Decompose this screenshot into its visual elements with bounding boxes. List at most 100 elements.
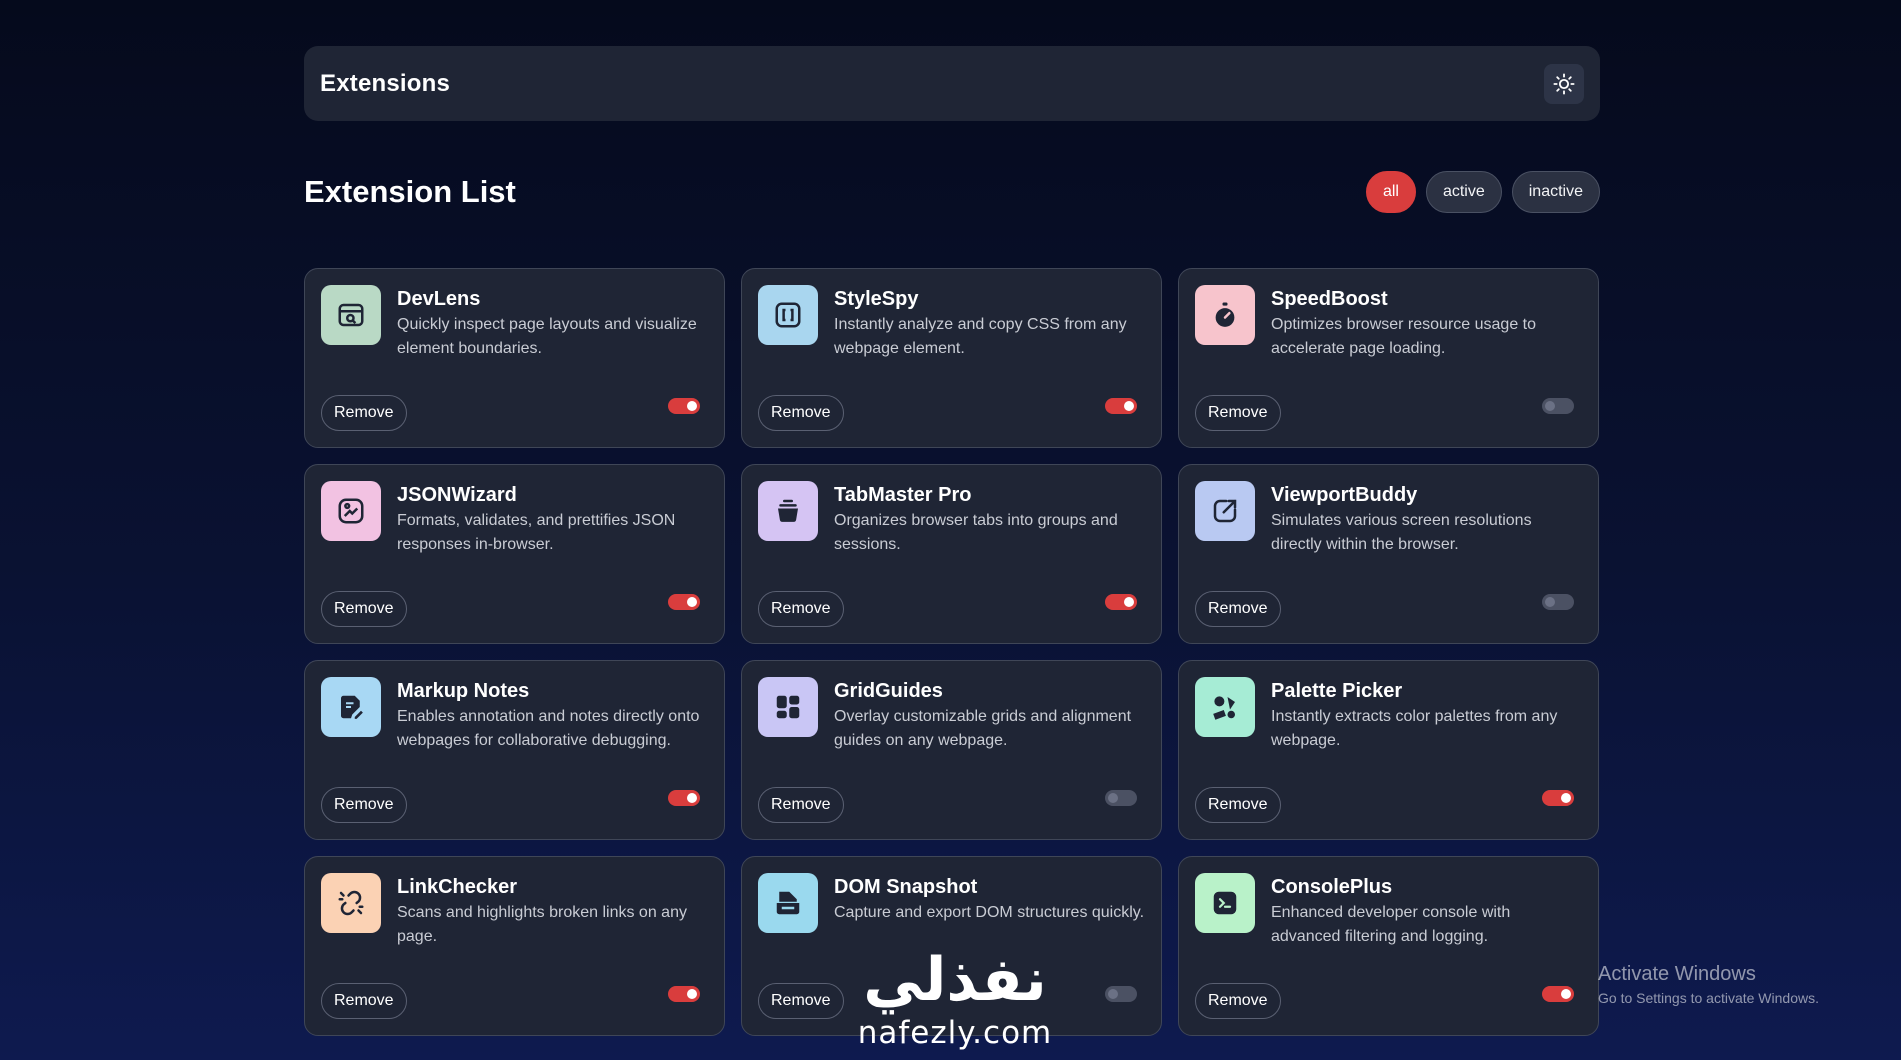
extension-card: SpeedBoost Optimizes browser resource us… <box>1178 268 1599 448</box>
filter-all-button[interactable]: all <box>1365 171 1416 213</box>
extension-card: StyleSpy Instantly analyze and copy CSS … <box>741 268 1162 448</box>
remove-button[interactable]: Remove <box>321 787 407 823</box>
extension-toggle[interactable] <box>668 594 700 610</box>
extension-card: ConsolePlus Enhanced developer console w… <box>1178 856 1599 1036</box>
remove-button[interactable]: Remove <box>758 591 844 627</box>
extension-description: Instantly extracts color palettes from a… <box>1271 708 1558 749</box>
extension-description: Instantly analyze and copy CSS from any … <box>834 316 1127 357</box>
extension-toggle[interactable] <box>1542 986 1574 1002</box>
toggle-knob <box>687 597 697 607</box>
inspect-window-icon <box>321 285 381 345</box>
filter-group: all active inactive <box>1365 171 1600 213</box>
list-title: Extension List <box>304 174 516 209</box>
extension-name: StyleSpy <box>834 288 919 310</box>
palette-shapes-icon <box>1195 677 1255 737</box>
site-logo-watermark: نفذلي nafezly.com <box>840 945 1070 1051</box>
extension-name: SpeedBoost <box>1271 288 1388 310</box>
magic-image-icon <box>321 481 381 541</box>
windows-activation-watermark: Activate Windows Go to Settings to activ… <box>1598 963 1819 1006</box>
list-header: Extension List all active inactive <box>304 159 1600 225</box>
toggle-knob <box>687 401 697 411</box>
snapshot-folder-icon <box>758 873 818 933</box>
extension-description: Overlay customizable grids and alignment… <box>834 708 1132 749</box>
toggle-knob <box>1124 401 1134 411</box>
extension-name: Markup Notes <box>397 680 530 702</box>
extension-toggle[interactable] <box>1542 790 1574 806</box>
extension-card: TabMaster Pro Organizes browser tabs int… <box>741 464 1162 644</box>
broken-link-icon <box>321 873 381 933</box>
extension-name: JSONWizard <box>397 484 517 506</box>
extension-description: Enables annotation and notes directly on… <box>397 708 700 749</box>
extension-description: Optimizes browser resource usage to acce… <box>1271 316 1536 357</box>
stack-tabs-icon <box>758 481 818 541</box>
extension-name: ViewportBuddy <box>1271 484 1418 506</box>
app-title: Extensions <box>320 69 451 97</box>
extension-description: Simulates various screen resolutions dir… <box>1271 512 1532 553</box>
logo-latin-text: nafezly.com <box>857 1015 1053 1051</box>
extension-description: Enhanced developer console with advanced… <box>1271 904 1511 945</box>
toggle-knob <box>687 989 697 999</box>
theme-toggle-button[interactable] <box>1544 63 1584 104</box>
watermark-line-2: Go to Settings to activate Windows. <box>1598 990 1819 1006</box>
extension-name: Palette Picker <box>1271 680 1403 702</box>
grid-blocks-icon <box>758 677 818 737</box>
extension-toggle[interactable] <box>1105 594 1137 610</box>
app-header: Extensions <box>304 46 1600 121</box>
extension-grid: DevLens Quickly inspect page layouts and… <box>304 268 1600 1036</box>
remove-button[interactable]: Remove <box>1195 395 1281 431</box>
extension-name: ConsolePlus <box>1271 876 1393 898</box>
toggle-knob <box>1545 401 1555 411</box>
remove-button[interactable]: Remove <box>758 787 844 823</box>
toggle-knob <box>1108 989 1118 999</box>
extension-name: DevLens <box>397 288 481 310</box>
remove-button[interactable]: Remove <box>1195 787 1281 823</box>
extension-card: LinkChecker Scans and highlights broken … <box>304 856 725 1036</box>
remove-button[interactable]: Remove <box>321 395 407 431</box>
extension-card: Markup Notes Enables annotation and note… <box>304 660 725 840</box>
extension-name: GridGuides <box>834 680 943 702</box>
remove-button[interactable]: Remove <box>321 591 407 627</box>
toggle-knob <box>1545 597 1555 607</box>
extension-name: LinkChecker <box>397 876 518 898</box>
extension-toggle[interactable] <box>668 790 700 806</box>
extension-toggle[interactable] <box>1542 398 1574 414</box>
extension-card: ViewportBuddy Simulates various screen r… <box>1178 464 1599 644</box>
note-pen-icon <box>321 677 381 737</box>
extension-description: Quickly inspect page layouts and visuali… <box>397 316 697 357</box>
terminal-icon <box>1195 873 1255 933</box>
extension-card: Palette Picker Instantly extracts color … <box>1178 660 1599 840</box>
extension-toggle[interactable] <box>1105 986 1137 1002</box>
brackets-icon <box>758 285 818 345</box>
extension-description: Organizes browser tabs into groups and s… <box>834 512 1118 553</box>
extension-card: GridGuides Overlay customizable grids an… <box>741 660 1162 840</box>
remove-button[interactable]: Remove <box>321 983 407 1019</box>
extension-description: Formats, validates, and prettifies JSON … <box>397 512 676 553</box>
app-container: Extensions Extension List all active ina… <box>304 46 1600 1036</box>
remove-button[interactable]: Remove <box>1195 983 1281 1019</box>
remove-button[interactable]: Remove <box>1195 591 1281 627</box>
watermark-line-1: Activate Windows <box>1598 963 1756 985</box>
extension-name: TabMaster Pro <box>834 484 972 506</box>
extension-toggle[interactable] <box>668 986 700 1002</box>
toggle-knob <box>1561 989 1571 999</box>
extension-description: Scans and highlights broken links on any… <box>397 904 687 945</box>
filter-inactive-button[interactable]: inactive <box>1511 171 1600 213</box>
toggle-knob <box>687 793 697 803</box>
stopwatch-icon <box>1195 285 1255 345</box>
toggle-knob <box>1561 793 1571 803</box>
extension-name: DOM Snapshot <box>834 876 978 898</box>
toggle-knob <box>1108 793 1118 803</box>
expand-arrow-icon <box>1195 481 1255 541</box>
remove-button[interactable]: Remove <box>758 983 844 1019</box>
extension-toggle[interactable] <box>1542 594 1574 610</box>
extension-card: DevLens Quickly inspect page layouts and… <box>304 268 725 448</box>
toggle-knob <box>1124 597 1134 607</box>
filter-active-button[interactable]: active <box>1425 171 1502 213</box>
extension-toggle[interactable] <box>1105 398 1137 414</box>
extension-description: Capture and export DOM structures quickl… <box>834 904 1145 921</box>
extension-card: JSONWizard Formats, validates, and prett… <box>304 464 725 644</box>
remove-button[interactable]: Remove <box>758 395 844 431</box>
extension-toggle[interactable] <box>668 398 700 414</box>
sun-icon <box>1553 72 1575 95</box>
extension-toggle[interactable] <box>1105 790 1137 806</box>
